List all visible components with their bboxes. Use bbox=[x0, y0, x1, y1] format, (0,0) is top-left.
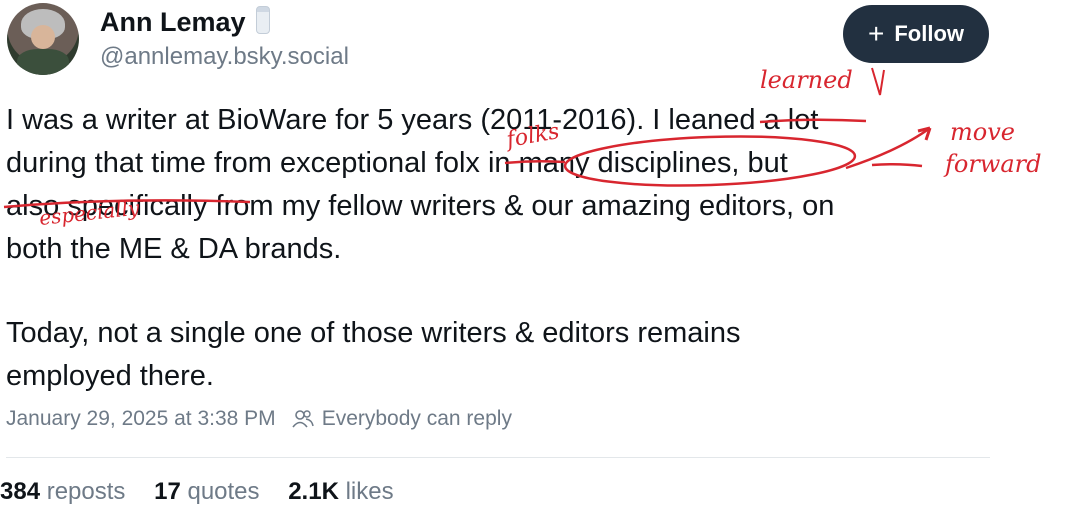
reply-setting: Everybody can reply bbox=[321, 407, 512, 430]
author-handle[interactable]: @annlemay.bsky.social bbox=[100, 43, 349, 71]
author-name[interactable]: Ann Lemay bbox=[100, 6, 270, 38]
reposts-count: 384 bbox=[0, 478, 41, 505]
annotation-learned: learned bbox=[760, 66, 853, 94]
follow-label: Follow bbox=[894, 21, 964, 46]
avatar-body bbox=[17, 49, 69, 75]
post-text: I was a writer at BioWare for 5 years (2… bbox=[6, 99, 1026, 398]
likes-stat[interactable]: 2.1K likes bbox=[288, 478, 393, 505]
post-line: also specifically from my fellow writers… bbox=[6, 190, 835, 222]
salt-shaker-icon bbox=[255, 6, 270, 34]
follow-button[interactable]: + Follow bbox=[843, 5, 989, 63]
likes-label: likes bbox=[345, 478, 394, 505]
likes-count: 2.1K bbox=[288, 478, 339, 505]
avatar[interactable] bbox=[7, 3, 79, 75]
post-stats: 384 reposts 17 quotes 2.1K likes bbox=[0, 478, 416, 506]
post-line: during that time from exceptional folx i… bbox=[6, 147, 788, 179]
avatar-face bbox=[31, 25, 55, 49]
reposts-stat[interactable]: 384 reposts bbox=[0, 478, 125, 505]
quotes-count: 17 bbox=[154, 478, 181, 505]
caret-learned bbox=[871, 67, 885, 96]
timestamp[interactable]: January 29, 2025 at 3:38 PM bbox=[6, 407, 276, 431]
author-name-text[interactable]: Ann Lemay bbox=[100, 7, 246, 37]
quotes-label: quotes bbox=[187, 478, 260, 505]
paragraph-break bbox=[6, 271, 1026, 312]
post-line: Today, not a single one of those writers… bbox=[6, 317, 741, 349]
plus-icon: + bbox=[867, 18, 885, 49]
post-line: both the ME & DA brands. bbox=[6, 233, 342, 265]
divider bbox=[6, 457, 990, 458]
post-meta: January 29, 2025 at 3:38 PM Everybody ca… bbox=[6, 407, 512, 431]
reposts-label: reposts bbox=[46, 478, 126, 505]
post-line: I was a writer at BioWare for 5 years (2… bbox=[6, 104, 819, 136]
post-line: employed there. bbox=[6, 360, 214, 392]
quotes-stat[interactable]: 17 quotes bbox=[154, 478, 259, 505]
people-icon bbox=[292, 409, 314, 429]
